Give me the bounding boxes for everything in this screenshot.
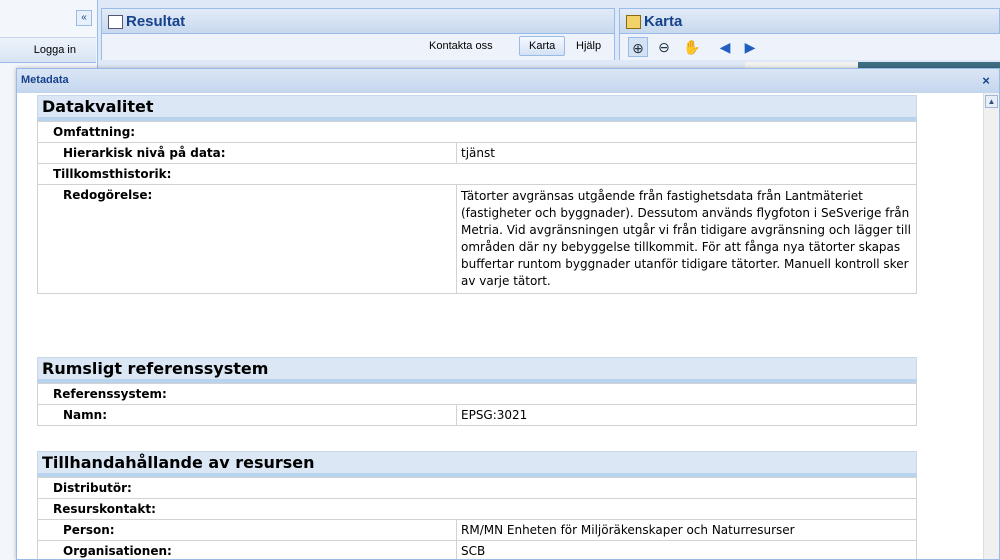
field-label: Namn: [37, 404, 457, 426]
group-label: Omfattning: [37, 121, 917, 143]
zoom-out-icon[interactable]: ⊖ [654, 37, 674, 57]
field-label: Redogörelse: [37, 184, 457, 294]
field-label: Organisationen: [37, 540, 457, 559]
table-icon [108, 15, 123, 29]
table-row: Namn: EPSG:3021 [37, 404, 917, 426]
metadata-window-title: Metadata [21, 74, 69, 86]
metadata-window: Metadata × Datakvalitet Omfattning: Hier… [16, 68, 1000, 560]
table-row: Hierarkisk nivå på data: tjänst [37, 142, 917, 164]
map-toolbar: ⊕ ⊖ ✋ ◀ ▶ [619, 34, 1000, 60]
collapse-panel-button[interactable]: « [76, 10, 92, 26]
group-label: Resurskontakt: [37, 498, 917, 520]
vertical-scrollbar[interactable]: ▲ [983, 93, 999, 559]
login-bar: Logga in [0, 37, 96, 63]
field-label: Hierarkisk nivå på data: [37, 142, 457, 164]
resultat-toolbar: Kontakta oss Karta Hjälp [101, 34, 615, 60]
zoom-in-icon[interactable]: ⊕ [628, 37, 648, 57]
section-title: Tillhandahållande av resursen [37, 451, 917, 477]
map-icon [626, 15, 641, 29]
field-value: tjänst [456, 142, 917, 164]
karta-panel-header: Karta [619, 8, 1000, 34]
section-rumsligt-referenssystem: Rumsligt referenssystem Referenssystem: … [37, 357, 917, 426]
table-row: Resurskontakt: [37, 498, 917, 520]
login-link[interactable]: Logga in [34, 44, 76, 56]
field-value: Tätorter avgränsas utgående från fastigh… [456, 184, 917, 294]
section-datakvalitet: Datakvalitet Omfattning: Hierarkisk nivå… [37, 95, 917, 294]
metadata-window-header[interactable]: Metadata × [17, 69, 999, 94]
datakvalitet-table: Omfattning: Hierarkisk nivå på data: tjä… [37, 121, 917, 294]
map-button[interactable]: Karta [519, 36, 566, 56]
group-label: Tillkomsthistorik: [37, 163, 917, 185]
table-row: Redogörelse: Tätorter avgränsas utgående… [37, 184, 917, 294]
back-arrow-icon[interactable]: ◀ [715, 37, 735, 57]
help-link[interactable]: Hjälp [576, 40, 601, 52]
group-label: Referenssystem: [37, 383, 917, 405]
table-row: Organisationen: SCB [37, 540, 917, 559]
referenssystem-table: Referenssystem: Namn: EPSG:3021 [37, 383, 917, 426]
tillhandahallande-table: Distributör: Resurskontakt: Person: RM/M… [37, 477, 917, 559]
field-value: RM/MN Enheten för Miljöräkenskaper och N… [456, 519, 917, 541]
table-row: Distributör: [37, 477, 917, 499]
section-title: Rumsligt referenssystem [37, 357, 917, 383]
karta-title: Karta [644, 13, 683, 30]
contact-link[interactable]: Kontakta oss [429, 40, 493, 52]
field-value: EPSG:3021 [456, 404, 917, 426]
field-label: Person: [37, 519, 457, 541]
field-value: SCB [456, 540, 917, 559]
resultat-panel-header: Resultat [101, 8, 615, 34]
forward-arrow-icon[interactable]: ▶ [740, 37, 760, 57]
table-row: Tillkomsthistorik: [37, 163, 917, 185]
resultat-title: Resultat [126, 13, 186, 30]
section-tillhandahallande: Tillhandahållande av resursen Distributö… [37, 451, 917, 559]
close-icon[interactable]: × [979, 74, 993, 88]
metadata-content: Datakvalitet Omfattning: Hierarkisk nivå… [17, 93, 983, 559]
table-row: Referenssystem: [37, 383, 917, 405]
pan-hand-icon[interactable]: ✋ [682, 37, 702, 57]
group-label: Distributör: [37, 477, 917, 499]
table-row: Omfattning: [37, 121, 917, 143]
table-row: Person: RM/MN Enheten för Miljöräkenskap… [37, 519, 917, 541]
scroll-up-arrow-icon[interactable]: ▲ [985, 95, 998, 108]
section-title: Datakvalitet [37, 95, 917, 121]
